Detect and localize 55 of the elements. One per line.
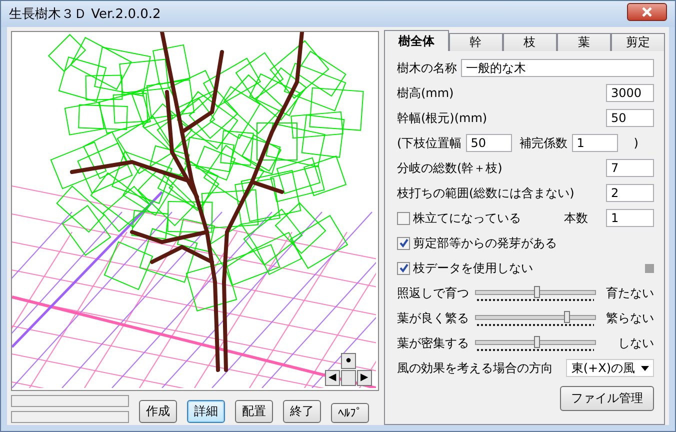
action-button[interactable]: 終了 (283, 400, 321, 423)
slider-thumb[interactable] (534, 336, 540, 348)
slider[interactable] (475, 335, 596, 351)
action-button[interactable]: 詳細 (187, 400, 225, 423)
tab[interactable]: 幹 (448, 33, 503, 51)
number-field[interactable]: 3000 (606, 84, 654, 102)
close-icon (641, 7, 653, 17)
name-field[interactable]: 一般的な木 (461, 59, 654, 77)
caret-icon (641, 366, 649, 370)
up-button[interactable]: ● (341, 353, 356, 369)
file-management-button[interactable]: ファイル管理 (560, 386, 654, 411)
slider-thumb[interactable] (564, 311, 570, 323)
right-button[interactable]: ▶ (357, 370, 372, 386)
number-field[interactable]: 50 (466, 134, 512, 152)
number-field[interactable]: 1 (572, 134, 618, 152)
field-label: (下枝位置幅 (397, 134, 462, 152)
slider-label: 葉が良く繁る (397, 310, 470, 326)
left-button[interactable]: ◀ (325, 370, 340, 386)
checkbox[interactable]: 枝データを使用しない (397, 260, 533, 276)
check-icon (398, 263, 408, 273)
field-label: 補完係数 (520, 134, 568, 152)
slider-label: 繁らない (605, 310, 654, 326)
field-label: 分岐の総数(幹＋枝) (397, 160, 502, 176)
slider[interactable] (475, 310, 596, 326)
action-button[interactable]: 作成 (139, 400, 177, 423)
field-label: 幹幅(根元)(mm) (397, 110, 488, 126)
field-label: 風の効果を考える場合の方向 (397, 360, 553, 376)
action-button[interactable]: ﾍﾙﾌﾟ (331, 403, 369, 423)
paren-text: ) (634, 136, 638, 150)
slider[interactable] (475, 285, 596, 301)
checkbox[interactable]: 株立てになっている (397, 210, 521, 226)
number-field[interactable]: 2 (606, 184, 654, 202)
field-label: 枝打ちの範囲(総数には含まない) (397, 184, 574, 202)
tab[interactable]: 葉 (556, 33, 611, 51)
checkbox[interactable]: 剪定部等からの発芽がある (397, 234, 557, 252)
number-field[interactable]: 7 (606, 159, 654, 177)
window-title: 生長樹木３Ｄ Ver.2.0.0.2 (9, 6, 161, 23)
slider-label: 育たない (605, 284, 654, 302)
field-label: 樹高(mm) (397, 84, 454, 102)
number-field[interactable]: 50 (606, 109, 654, 127)
field-label: 本数 (564, 210, 588, 226)
slider-label: 照返しで育つ (397, 284, 470, 302)
tab[interactable]: 樹全体 (384, 30, 449, 51)
field-label: 樹木の名称 (397, 60, 457, 76)
slider-label: しない (617, 334, 654, 352)
direction-dropdown[interactable]: 東(+X)の風 (566, 359, 654, 377)
center-button[interactable] (341, 370, 356, 386)
action-button[interactable]: 配置 (235, 400, 273, 423)
tab[interactable]: 枝 (502, 33, 557, 51)
close-button[interactable] (627, 3, 667, 21)
tab[interactable]: 剪定 (610, 33, 665, 51)
check-icon (398, 238, 408, 248)
slider-thumb[interactable] (534, 286, 540, 298)
number-field[interactable]: 1 (606, 209, 654, 227)
slider-label: 葉が密集する (397, 334, 470, 352)
